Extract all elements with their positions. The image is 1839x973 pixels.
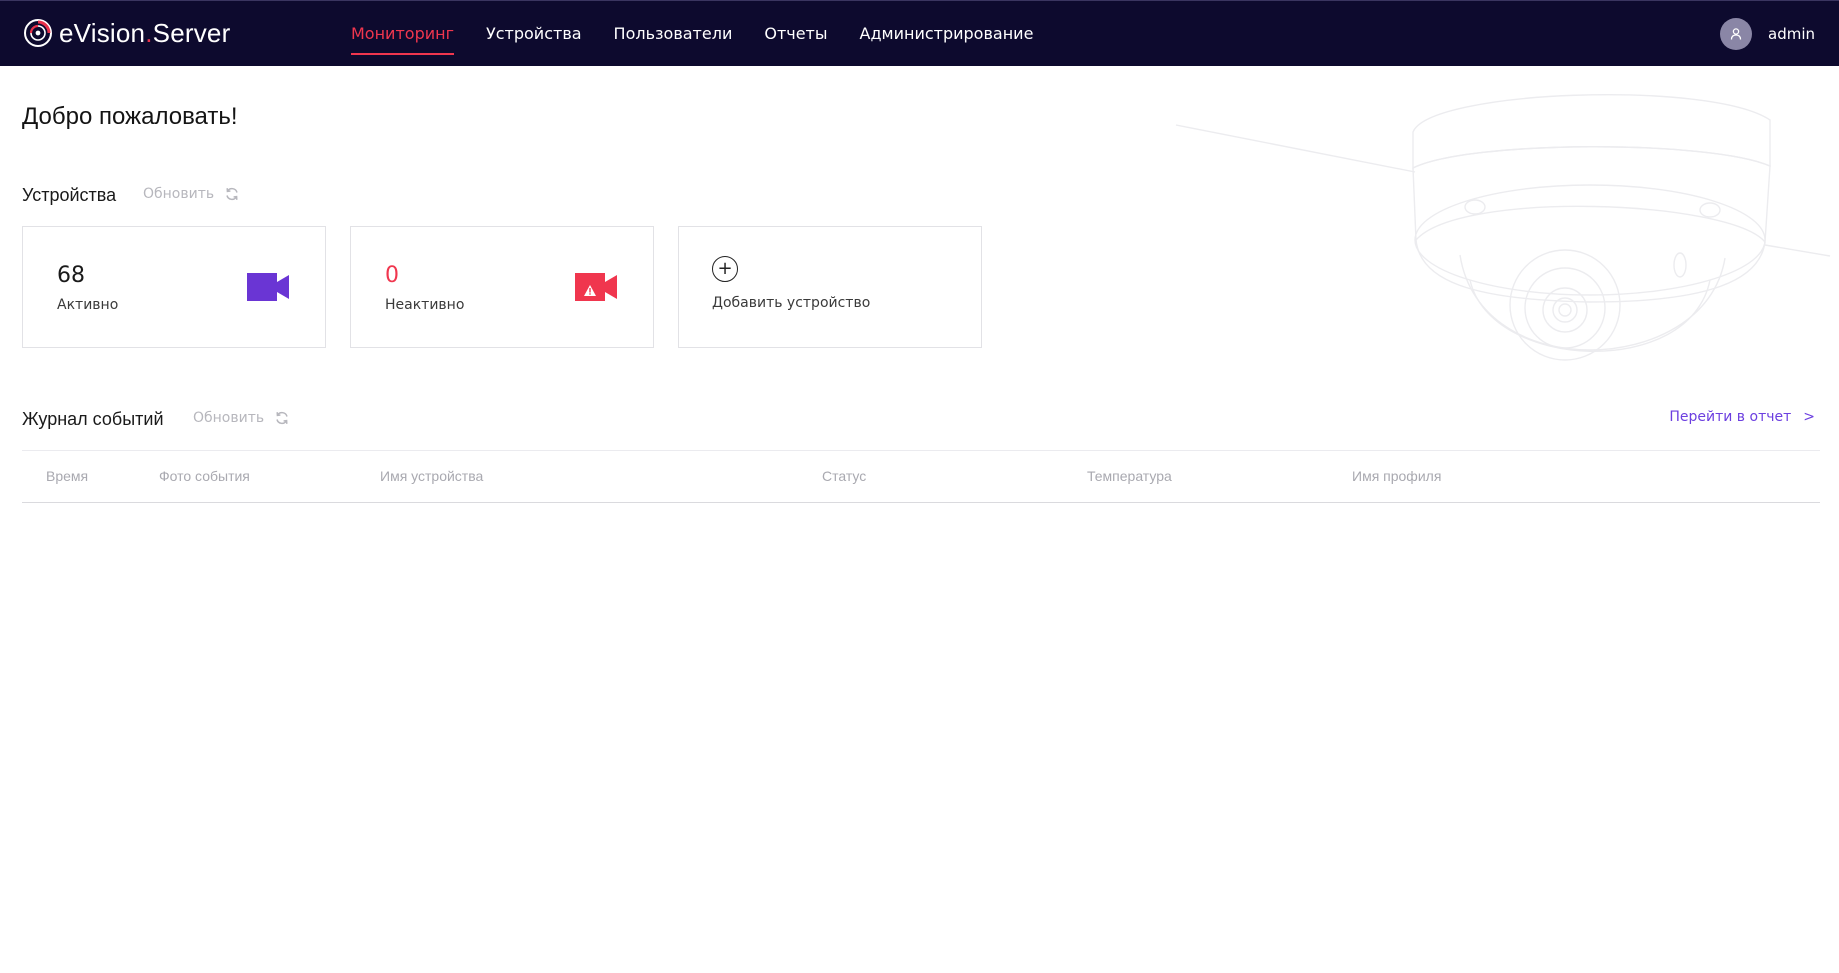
nav-monitoring[interactable]: Мониторинг: [351, 1, 454, 67]
column-temperature[interactable]: Температура: [1087, 468, 1172, 484]
events-refresh-button[interactable]: Обновить: [193, 410, 290, 426]
go-to-report-link[interactable]: Перейти в отчет >: [1669, 409, 1815, 425]
column-time[interactable]: Время: [46, 468, 88, 484]
chevron-right-icon: >: [1803, 409, 1815, 425]
refresh-label: Обновить: [193, 410, 265, 426]
nav-reports[interactable]: Отчеты: [764, 1, 827, 67]
brand-logo[interactable]: eVision.Server: [22, 15, 230, 51]
inactive-devices-card[interactable]: 0 Неактивно: [350, 226, 654, 348]
video-camera-warning-icon: [575, 273, 617, 301]
active-devices-card[interactable]: 68 Активно: [22, 226, 326, 348]
add-device-card[interactable]: + Добавить устройство: [678, 226, 982, 348]
inactive-count: 0: [385, 263, 399, 288]
report-link-label: Перейти в отчет: [1669, 409, 1792, 425]
logo-icon: [24, 19, 52, 47]
nav-users[interactable]: Пользователи: [614, 1, 733, 67]
video-camera-icon: [247, 273, 289, 301]
avatar[interactable]: [1720, 18, 1752, 50]
column-profile-name[interactable]: Имя профиля: [1352, 468, 1441, 484]
column-event-photo[interactable]: Фото события: [159, 468, 250, 484]
top-navigation-bar: eVision.Server Мониторинг Устройства Пол…: [0, 0, 1839, 66]
column-device-name[interactable]: Имя устройства: [380, 468, 483, 484]
events-section-title: Журнал событий: [22, 409, 164, 429]
refresh-icon: [226, 187, 238, 201]
user-name[interactable]: admin: [1768, 25, 1815, 43]
nav-devices[interactable]: Устройства: [486, 1, 582, 67]
user-menu[interactable]: admin: [1720, 18, 1815, 50]
events-table-header: Время Фото события Имя устройства Статус…: [22, 450, 1820, 503]
inactive-label: Неактивно: [385, 297, 465, 313]
active-label: Активно: [57, 297, 119, 313]
refresh-label: Обновить: [143, 186, 215, 202]
active-count: 68: [57, 263, 85, 288]
dome-camera-illustration: [1175, 94, 1831, 361]
column-status[interactable]: Статус: [822, 468, 866, 484]
nav-administration[interactable]: Администрирование: [860, 1, 1034, 67]
user-icon: [1730, 28, 1742, 40]
devices-refresh-button[interactable]: Обновить: [143, 186, 240, 202]
refresh-icon: [276, 411, 288, 425]
brand-name: eVision.Server: [59, 17, 231, 48]
main-nav: Мониторинг Устройства Пользователи Отчет…: [351, 1, 1065, 67]
page-title: Добро пожаловать!: [22, 103, 238, 130]
devices-section-title: Устройства: [22, 185, 117, 205]
add-device-label: Добавить устройство: [712, 295, 871, 311]
plus-circle-icon[interactable]: +: [712, 256, 738, 282]
